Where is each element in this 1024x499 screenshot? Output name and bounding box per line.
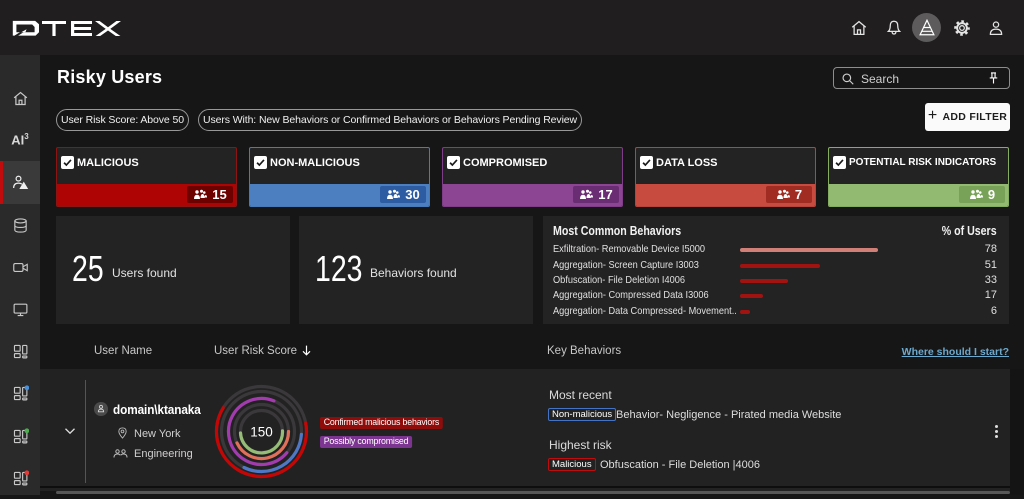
svg-text:150: 150 [250, 425, 273, 440]
